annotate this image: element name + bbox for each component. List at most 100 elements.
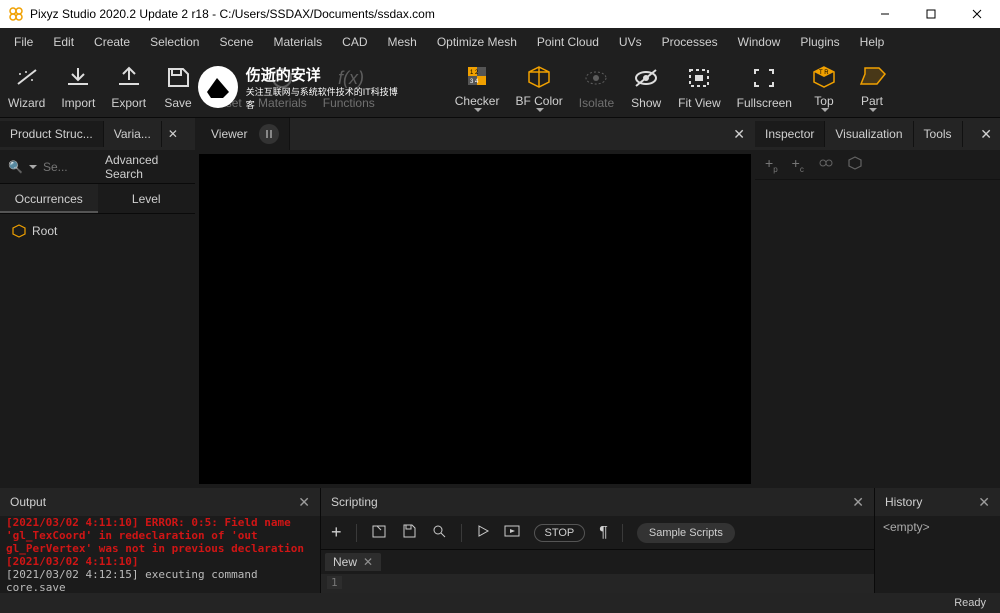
save-script-icon[interactable] <box>401 523 417 542</box>
top-dropdown-icon[interactable] <box>821 108 829 112</box>
close-script-tab-icon[interactable]: ✕ <box>363 555 373 569</box>
menu-create[interactable]: Create <box>84 31 140 53</box>
sub-tab-occurrences[interactable]: Occurrences <box>0 184 98 213</box>
top-button[interactable]: T R Top <box>800 58 848 116</box>
search-input[interactable] <box>43 160 89 174</box>
bfcolor-label: BF Color <box>515 94 562 108</box>
part-dropdown-icon[interactable] <box>869 108 877 112</box>
open-script-icon[interactable] <box>371 523 387 542</box>
menu-optimize-mesh[interactable]: Optimize Mesh <box>427 31 527 53</box>
fit-view-button[interactable]: Fit View <box>670 60 728 114</box>
close-scripting-icon[interactable]: ✕ <box>852 494 864 511</box>
menu-selection[interactable]: Selection <box>140 31 209 53</box>
main-area: Product Struc... Varia... ✕ 🔍 Advanced S… <box>0 118 1000 488</box>
3d-viewport[interactable] <box>195 150 755 488</box>
center-panel: Viewer ✕ <box>195 118 755 488</box>
tree-root-node[interactable]: Root <box>8 222 187 240</box>
output-log[interactable]: [2021/03/02 4:11:10] ERROR: 0:5: Field n… <box>0 516 320 593</box>
close-window-button[interactable] <box>954 0 1000 28</box>
functions-button: f(x) Functions <box>315 60 383 114</box>
play-selection-icon[interactable] <box>504 524 520 541</box>
menu-file[interactable]: File <box>4 31 43 53</box>
script-editor[interactable]: 1 <box>321 574 874 593</box>
part-button[interactable]: Part <box>848 58 896 116</box>
menu-edit[interactable]: Edit <box>43 31 84 53</box>
menu-mesh[interactable]: Mesh <box>378 31 427 53</box>
show-label: Show <box>631 96 661 110</box>
isolate-label: Isolate <box>579 96 614 110</box>
log-line: [2021/03/02 4:11:10] ERROR: 0:5: Field n… <box>6 516 314 529</box>
materials-icon <box>267 66 297 90</box>
bottom-dock: Output✕ [2021/03/02 4:11:10] ERROR: 0:5:… <box>0 488 1000 593</box>
script-tab-new[interactable]: New ✕ <box>325 553 381 571</box>
menu-window[interactable]: Window <box>728 31 791 53</box>
tab-visualization[interactable]: Visualization <box>825 121 913 147</box>
history-title: History <box>885 495 922 509</box>
menu-cad[interactable]: CAD <box>332 31 377 53</box>
tab-viewer[interactable]: Viewer <box>195 118 290 150</box>
fullscreen-button[interactable]: Fullscreen <box>729 60 800 114</box>
checker-dropdown-icon[interactable] <box>474 108 482 112</box>
checker-button[interactable]: 1 23 4 Checker <box>447 58 508 116</box>
tab-product-structure[interactable]: Product Struc... <box>0 121 104 147</box>
save-button[interactable]: Save <box>154 60 202 114</box>
part-label: Part <box>861 94 883 108</box>
window-title: Pixyz Studio 2020.2 Update 2 r18 - C:/Us… <box>30 7 435 21</box>
tree-root-label: Root <box>32 224 57 238</box>
advanced-search-link[interactable]: Advanced Search <box>105 153 187 181</box>
close-history-icon[interactable]: ✕ <box>978 494 990 511</box>
export-icon <box>114 66 144 90</box>
menu-materials[interactable]: Materials <box>263 31 332 53</box>
right-panel: Inspector Visualization Tools ✕ +p +c <box>755 118 1000 488</box>
sample-scripts-button[interactable]: Sample Scripts <box>637 523 735 543</box>
sub-tabs: Occurrences Level <box>0 184 195 214</box>
show-button[interactable]: Show <box>622 60 670 114</box>
add-component-icon[interactable]: +c <box>792 155 804 174</box>
tab-variants[interactable]: Varia... <box>104 121 162 147</box>
minimize-button[interactable] <box>862 0 908 28</box>
close-output-icon[interactable]: ✕ <box>298 494 310 511</box>
svg-text:3 4: 3 4 <box>470 79 479 85</box>
add-property-icon[interactable]: +p <box>765 155 778 174</box>
close-tab-icon[interactable]: ✕ <box>168 127 178 141</box>
materials-label: Materials <box>258 96 307 110</box>
tab-tools[interactable]: Tools <box>914 121 963 147</box>
menu-plugins[interactable]: Plugins <box>790 31 849 53</box>
scripting-title: Scripting <box>331 495 378 509</box>
import-button[interactable]: Import <box>53 60 103 114</box>
stop-button[interactable]: STOP <box>534 524 586 542</box>
status-bar: Ready <box>0 593 1000 613</box>
menu-uvs[interactable]: UVs <box>609 31 652 53</box>
polygon-icon[interactable] <box>848 156 862 173</box>
close-viewer-icon[interactable]: ✕ <box>733 126 745 143</box>
import-icon <box>63 66 93 90</box>
eye-slash-icon <box>631 66 661 90</box>
wizard-button[interactable]: Wizard <box>0 60 53 114</box>
menu-help[interactable]: Help <box>850 31 895 53</box>
pause-icon[interactable] <box>259 124 279 144</box>
search-filter-dropdown-icon[interactable] <box>29 165 37 169</box>
link-icon[interactable] <box>818 156 834 173</box>
maximize-button[interactable] <box>908 0 954 28</box>
history-empty-label: <empty> <box>883 520 992 534</box>
find-script-icon[interactable] <box>431 523 447 542</box>
svg-text:f(x): f(x) <box>338 68 364 88</box>
search-icon[interactable]: 🔍 <box>8 160 23 174</box>
bfcolor-dropdown-icon[interactable] <box>536 108 544 112</box>
sub-tab-level[interactable]: Level <box>98 184 196 213</box>
bfcolor-button[interactable]: BF Color <box>507 58 570 116</box>
menu-point-cloud[interactable]: Point Cloud <box>527 31 609 53</box>
pilcrow-icon[interactable]: ¶ <box>599 524 608 542</box>
part-icon <box>857 64 887 88</box>
export-button[interactable]: Export <box>103 60 154 114</box>
menu-processes[interactable]: Processes <box>652 31 728 53</box>
tab-inspector[interactable]: Inspector <box>755 121 825 147</box>
play-script-icon[interactable] <box>476 524 490 541</box>
isolate-button: Isolate <box>571 60 622 114</box>
menu-scene[interactable]: Scene <box>209 31 263 53</box>
reset-label: Reset <box>210 96 241 110</box>
functions-label: Functions <box>323 96 375 110</box>
close-inspector-icon[interactable]: ✕ <box>980 126 992 143</box>
svg-text:T R: T R <box>819 70 829 76</box>
new-script-icon[interactable]: + <box>331 522 342 543</box>
